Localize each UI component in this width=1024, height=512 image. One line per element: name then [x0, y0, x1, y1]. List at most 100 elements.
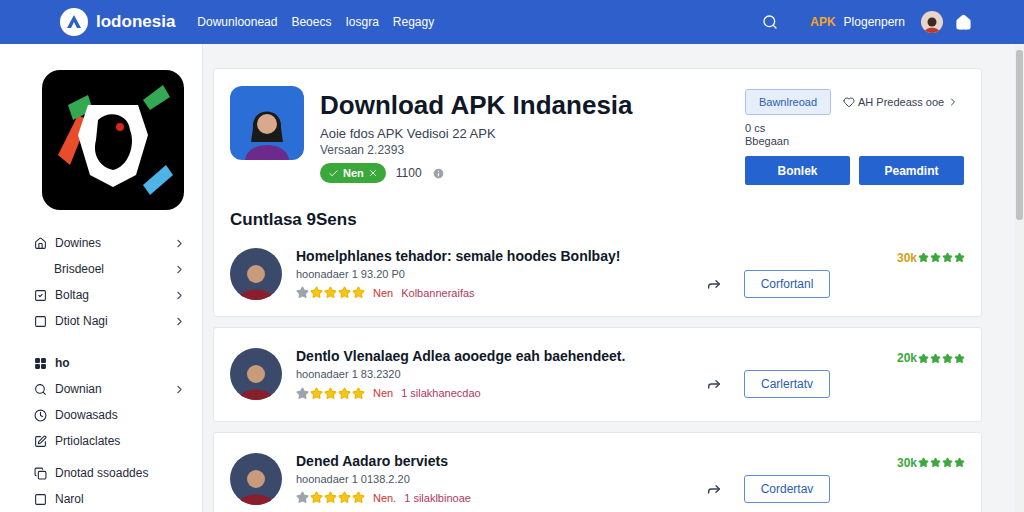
- chevron-right-icon: [173, 237, 186, 250]
- star-icon: [352, 491, 365, 504]
- app-count: 1100: [396, 164, 422, 182]
- share-icon[interactable]: [706, 376, 722, 392]
- star-icon: [352, 286, 365, 299]
- menu-icon: [34, 435, 47, 448]
- app-subtitle: Aoie fdos APK Vedisoi 22 APK: [320, 126, 745, 142]
- user-avatar[interactable]: [921, 11, 943, 33]
- featured-app-icon[interactable]: [42, 70, 184, 210]
- star-rating: [296, 491, 365, 504]
- rating-star-icon: [942, 457, 953, 468]
- star-icon: [324, 286, 337, 299]
- person-icon: [234, 465, 278, 505]
- star-icon: [324, 491, 337, 504]
- sidebar-item[interactable]: Downian: [34, 376, 186, 402]
- app-avatar: [230, 453, 282, 505]
- primary-button[interactable]: Peamdint: [859, 156, 964, 185]
- person-icon: [234, 360, 278, 400]
- more-link[interactable]: AH Predeass ooe: [843, 94, 959, 111]
- star-icon: [310, 491, 323, 504]
- scrollbar[interactable]: [1015, 44, 1024, 512]
- app-category: Bbegaan: [745, 135, 965, 148]
- app-row-meta: hoonadaer 1 83.2320: [296, 367, 706, 381]
- menu-icon: [34, 467, 47, 480]
- app-row-tag: 1 silakhanecdao: [401, 385, 481, 402]
- rating-star-icon: [954, 457, 965, 468]
- rating-star-icon: [918, 252, 929, 263]
- nav-link[interactable]: Dowunloonead: [197, 13, 277, 31]
- nav-link[interactable]: Regagy: [393, 13, 434, 31]
- logo-icon: [60, 8, 88, 36]
- sidebar-item[interactable]: Prtiolaclates: [34, 428, 186, 454]
- menu-icon: [34, 383, 47, 396]
- scrollbar-thumb[interactable]: [1016, 50, 1023, 220]
- rating-star-icon: [942, 353, 953, 364]
- rating-star-icon: [930, 252, 941, 263]
- app-row-label: Nen: [373, 385, 393, 402]
- sidebar-item[interactable]: Doowasads: [34, 402, 186, 428]
- chevron-right-icon: [173, 289, 186, 302]
- home-icon[interactable]: [955, 14, 972, 31]
- main-content: Download APK IndanesiaAoie fdos APK Vedi…: [203, 44, 1015, 512]
- sidebar-item[interactable]: Dtiot Nagi: [34, 308, 186, 334]
- app-version: Versaan 2.2393: [320, 142, 745, 158]
- row-rating: 30k: [830, 249, 965, 267]
- check-icon: [328, 168, 339, 179]
- download-button[interactable]: Bawnlreoad: [745, 89, 831, 115]
- sidebar-item[interactable]: Narol: [34, 486, 186, 512]
- search-icon[interactable]: [762, 14, 778, 30]
- app-row-title[interactable]: Homelphlanes tehador: semale hoodes Bonl…: [296, 247, 706, 265]
- app-row-meta: hoonadaer 1 0138.2.20: [296, 472, 706, 486]
- menu-icon: [34, 289, 47, 302]
- sidebar-item[interactable]: Boltag: [34, 282, 186, 308]
- app-list-card: Dened Aadaro berviets hoonadaer 1 0138.2.…: [213, 432, 982, 512]
- app-size: 0 cs: [745, 122, 965, 135]
- star-rating: [296, 286, 365, 299]
- rating-star-icon: [930, 353, 941, 364]
- app-row[interactable]: Homelphlanes tehador: semale hoodes Bonl…: [230, 247, 965, 302]
- nav-link[interactable]: Iosgra: [345, 13, 378, 31]
- person-icon: [922, 15, 942, 33]
- row-action-button[interactable]: Corfortanl: [744, 270, 830, 298]
- sidebar-item[interactable]: ho: [34, 350, 186, 376]
- app-row-title[interactable]: Dened Aadaro berviets: [296, 452, 706, 470]
- app-avatar: [230, 348, 282, 400]
- sidebar-item[interactable]: Brisdeoel: [34, 256, 186, 282]
- apk-link[interactable]: APK: [810, 13, 835, 31]
- app-row[interactable]: Dened Aadaro berviets hoonadaer 1 0138.2.…: [230, 452, 965, 507]
- app-icon[interactable]: [230, 86, 304, 160]
- section-title: Cuntlasa 9Sens: [230, 207, 965, 233]
- menu-icon: [34, 237, 47, 250]
- logo[interactable]: lodonesia: [60, 8, 175, 36]
- sidebar-item[interactable]: Dowines: [34, 230, 186, 256]
- app-row-title[interactable]: Dentlo Vlenalaeg Adlea aooedge eah baehe…: [296, 347, 706, 365]
- menu-icon: [34, 493, 47, 506]
- rating-star-icon: [918, 457, 929, 468]
- star-icon: [338, 491, 351, 504]
- app-avatar: [230, 248, 282, 300]
- chevron-right-icon: [173, 315, 186, 328]
- star-icon: [296, 387, 309, 400]
- menu-icon: [34, 357, 47, 370]
- app-row-label: Nen: [373, 285, 393, 302]
- info-icon[interactable]: [432, 167, 445, 180]
- person-icon: [237, 98, 297, 160]
- shield-logo-icon: [48, 75, 178, 205]
- rating-star-icon: [954, 353, 965, 364]
- nav-link[interactable]: Beoecs: [291, 13, 331, 31]
- row-action-button[interactable]: Cordertav: [744, 475, 830, 503]
- sidebar-item[interactable]: Dnotad ssoaddes: [34, 460, 186, 486]
- share-icon[interactable]: [706, 481, 722, 497]
- page: lodonesia Dowunloonead Beoecs Iosgra Regagy A…: [0, 0, 1024, 512]
- user-name[interactable]: Plogenpern: [844, 13, 905, 31]
- share-icon[interactable]: [706, 276, 722, 292]
- star-rating: [296, 387, 365, 400]
- app-row-label: Nen.: [373, 490, 396, 507]
- app-row-tag: Kolbanneraifas: [401, 285, 474, 302]
- primary-button[interactable]: Bonlek: [745, 156, 850, 185]
- rating-star-icon: [918, 353, 929, 364]
- app-actions: Bawnlreoad AH Predeass ooe 0 csBbegaan Bonl…: [745, 86, 965, 185]
- app-row[interactable]: Dentlo Vlenalaeg Adlea aooedge eah baehe…: [230, 347, 965, 402]
- app-card: Download APK IndanesiaAoie fdos APK Vedi…: [213, 68, 982, 317]
- close-icon: [368, 168, 378, 178]
- row-action-button[interactable]: Carlertatv: [744, 370, 830, 398]
